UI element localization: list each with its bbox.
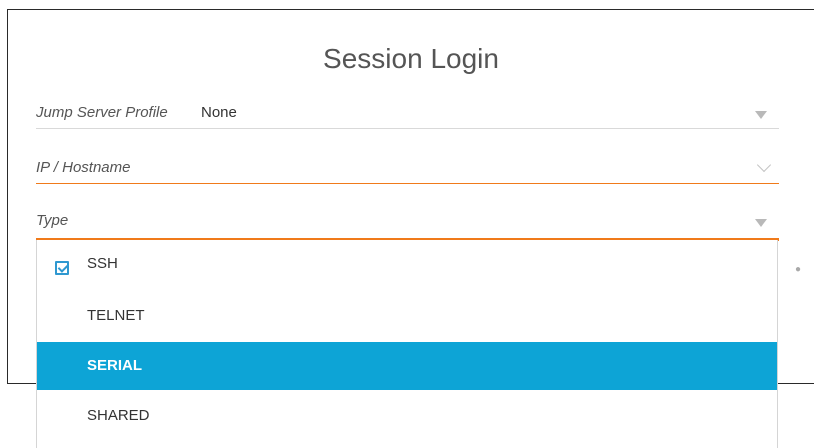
- ip-hostname-input[interactable]: IP / Hostname: [36, 154, 779, 184]
- jump-server-profile-value: None: [201, 104, 237, 121]
- chevron-down-icon[interactable]: [756, 157, 772, 173]
- dialog-title: Session Login: [323, 43, 499, 74]
- checkbox-checked-icon[interactable]: [55, 261, 69, 275]
- dropdown-arrow-icon[interactable]: [755, 111, 767, 119]
- option-serial[interactable]: SERIAL: [37, 342, 777, 390]
- ip-hostname-label: IP / Hostname: [36, 159, 131, 176]
- option-ssh[interactable]: SSH: [37, 240, 777, 288]
- jump-server-profile-label: Jump Server Profile: [36, 104, 168, 121]
- type-label: Type: [36, 212, 69, 229]
- option-shared[interactable]: SHARED: [37, 392, 777, 440]
- option-label: SHARED: [87, 407, 150, 424]
- option-label: TELNET: [87, 307, 145, 324]
- type-select[interactable]: Type: [36, 207, 779, 241]
- jump-server-profile-select[interactable]: Jump Server Profile None: [36, 99, 779, 129]
- option-label: SERIAL: [87, 357, 143, 374]
- option-telnet[interactable]: TELNET: [37, 292, 777, 340]
- dropdown-arrow-icon[interactable]: [755, 219, 767, 227]
- type-dropdown-list: SSH TELNET SERIAL SHARED: [36, 240, 778, 448]
- option-label: SSH: [87, 255, 118, 272]
- asterisk-dot-icon: ●: [795, 264, 802, 275]
